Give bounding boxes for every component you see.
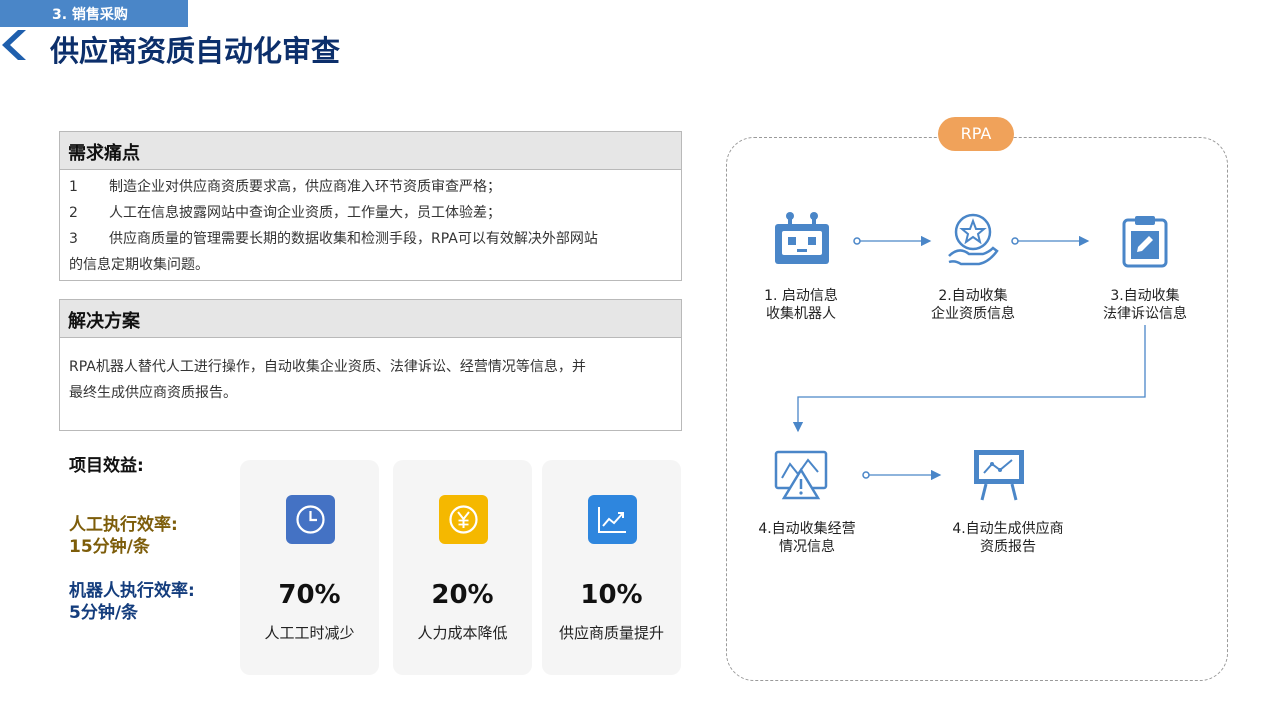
presentation-board-icon bbox=[974, 450, 1024, 501]
flow-step-4-label: 4.自动收集经营 情况信息 bbox=[758, 521, 856, 555]
warning-chart-icon bbox=[774, 450, 828, 500]
flow-step-1-label: 1. 启动信息 收集机器人 bbox=[764, 288, 838, 322]
clipboard-edit-icon bbox=[1122, 216, 1168, 268]
flow-step-3-label: 3.自动收集 法律诉讼信息 bbox=[1103, 288, 1187, 322]
flow-connectors bbox=[792, 235, 1146, 481]
flow-step-5-label: 4.自动生成供应商 资质报告 bbox=[952, 521, 1064, 555]
flow-step-2-label: 2.自动收集 企业资质信息 bbox=[931, 288, 1015, 322]
robot-icon bbox=[775, 212, 829, 264]
award-hand-icon bbox=[948, 213, 999, 266]
